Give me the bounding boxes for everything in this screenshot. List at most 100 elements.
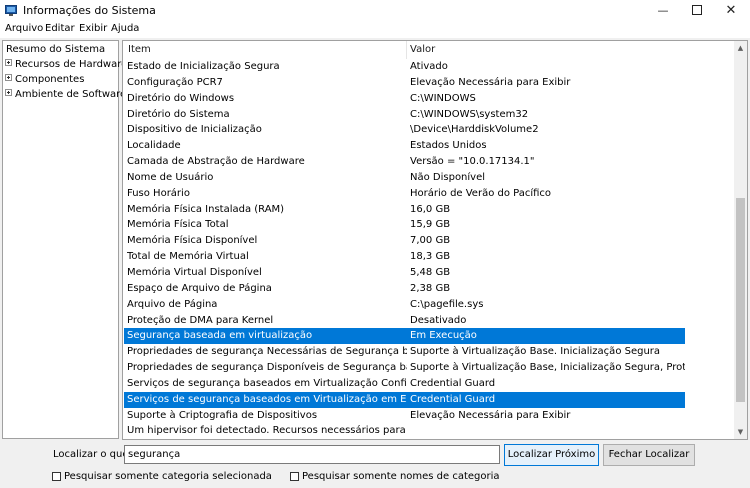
- expand-icon[interactable]: [5, 74, 12, 81]
- minimize-icon: —: [657, 4, 669, 17]
- row-item-cell: Memória Física Disponível: [127, 235, 258, 247]
- row-value-cell: 16,0 GB: [410, 203, 451, 215]
- tree-item-components[interactable]: Componentes: [5, 73, 84, 87]
- details-list[interactable]: Item Valor Estado de Inicialização Segur…: [122, 40, 748, 440]
- table-row[interactable]: Um hipervisor foi detectado. Recursos ne…: [124, 423, 685, 439]
- row-value-cell: Versão = "10.0.17134.1": [410, 156, 535, 168]
- row-value-cell: 18,3 GB: [410, 251, 451, 263]
- row-item-cell: Localidade: [127, 140, 181, 152]
- row-item-cell: Proteção de DMA para Kernel: [127, 314, 274, 326]
- menu-bar: Arquivo Editar Exibir Ajuda: [0, 22, 750, 38]
- find-next-button[interactable]: Localizar Próximo: [504, 444, 599, 466]
- row-value-cell: Credential Guard: [410, 393, 496, 405]
- table-row[interactable]: Memória Física Disponível 7,00 GB: [124, 233, 685, 249]
- tree-item-label: Componentes: [15, 74, 85, 85]
- find-input[interactable]: [124, 445, 500, 464]
- close-button[interactable]: ✕: [714, 0, 748, 22]
- table-row[interactable]: Nome de Usuário Não Disponível: [124, 170, 685, 186]
- table-row[interactable]: Propriedades de segurança Necessárias de…: [124, 344, 685, 360]
- list-rows: Estado de Inicialização Segura Ativado Con…: [124, 59, 685, 439]
- minimize-button[interactable]: —: [646, 0, 680, 22]
- window-title: Informações do Sistema: [23, 4, 156, 17]
- row-value-cell: 2,38 GB: [410, 282, 451, 294]
- table-row[interactable]: Arquivo de Página C:\pagefile.sys: [124, 297, 685, 313]
- row-value-cell: Suporte à Virtualização Base, Inicializa…: [410, 362, 685, 374]
- checkbox-label: Pesquisar somente categoria selecionada: [64, 471, 272, 482]
- close-icon: ✕: [725, 3, 737, 18]
- table-row[interactable]: Total de Memória Virtual 18,3 GB: [124, 249, 685, 265]
- row-item-cell: Fuso Horário: [127, 187, 190, 199]
- menu-ajuda[interactable]: Ajuda: [111, 23, 139, 34]
- table-row[interactable]: Estado de Inicialização Segura Ativado: [124, 59, 685, 75]
- table-row[interactable]: Serviços de segurança baseados em Virtua…: [124, 376, 685, 392]
- tree-item-hardware-resources[interactable]: Recursos de Hardware: [5, 58, 127, 72]
- table-row[interactable]: Espaço de Arquivo de Página 2,38 GB: [124, 281, 685, 297]
- checkbox-box[interactable]: [290, 472, 299, 481]
- table-row[interactable]: Localidade Estados Unidos: [124, 138, 685, 154]
- title-bar: Informações do Sistema — ✕: [0, 0, 750, 22]
- row-item-cell: Serviços de segurança baseados em Virtua…: [127, 393, 407, 405]
- maximize-button[interactable]: [680, 0, 714, 22]
- row-value-cell: Credential Guard: [410, 377, 496, 389]
- row-item-cell: Nome de Usuário: [127, 171, 214, 183]
- row-value-cell: Horário de Verão do Pacífico: [410, 187, 552, 199]
- row-value-cell: 15,9 GB: [410, 219, 451, 231]
- find-label: Localizar o que:: [53, 449, 132, 460]
- row-item-cell: Camada de Abstração de Hardware: [127, 156, 305, 168]
- tree-item-system-summary[interactable]: Resumo do Sistema: [6, 43, 105, 57]
- row-value-cell: \Device\HarddiskVolume2: [410, 124, 539, 136]
- checkbox-box[interactable]: [52, 472, 61, 481]
- table-row[interactable]: Propriedades de segurança Disponíveis de…: [124, 360, 685, 376]
- table-row[interactable]: Diretório do Windows C:\WINDOWS: [124, 91, 685, 107]
- row-value-cell: Elevação Necessária para Exibir: [410, 409, 571, 421]
- expand-icon[interactable]: [5, 89, 12, 96]
- table-row[interactable]: Fuso Horário Horário de Verão do Pacífico: [124, 186, 685, 202]
- table-row[interactable]: Camada de Abstração de Hardware Versão = …: [124, 154, 685, 170]
- table-row[interactable]: Suporte à Criptografia de Dispositivos El…: [124, 408, 685, 424]
- checkbox-label: Pesquisar somente nomes de categoria: [302, 471, 500, 482]
- column-divider[interactable]: [406, 41, 407, 59]
- maximize-icon: [692, 5, 702, 15]
- expand-icon[interactable]: [5, 59, 12, 66]
- tree-item-label: Ambiente de Software: [15, 89, 127, 100]
- row-item-cell: Um hipervisor foi detectado. Recursos ne…: [127, 425, 407, 437]
- scroll-down-arrow-icon[interactable]: ▼: [734, 425, 747, 439]
- column-header-item[interactable]: Item: [128, 44, 151, 55]
- row-item-cell: Memória Virtual Disponível: [127, 266, 262, 278]
- row-item-cell: Memória Física Total: [127, 219, 229, 231]
- row-item-cell: Diretório do Sistema: [127, 108, 230, 120]
- row-value-cell: Estados Unidos: [410, 140, 487, 152]
- scrollbar-thumb[interactable]: [736, 198, 745, 402]
- row-item-cell: Dispositivo de Inicialização: [127, 124, 262, 136]
- row-value-cell: C:\WINDOWS: [410, 92, 476, 104]
- row-item-cell: Estado de Inicialização Segura: [127, 61, 280, 72]
- row-item-cell: Memória Física Instalada (RAM): [127, 203, 285, 215]
- row-value-cell: 7,00 GB: [410, 235, 451, 247]
- category-tree[interactable]: Resumo do Sistema Recursos de Hardware C…: [2, 40, 127, 439]
- menu-arquivo[interactable]: Arquivo: [5, 23, 43, 34]
- table-row[interactable]: Memória Física Instalada (RAM) 16,0 GB: [124, 202, 685, 218]
- menu-exibir[interactable]: Exibir: [79, 23, 107, 34]
- row-item-cell: Propriedades de segurança Necessárias de…: [127, 346, 407, 358]
- table-row[interactable]: Proteção de DMA para Kernel Desativado: [124, 313, 685, 329]
- table-row[interactable]: Memória Virtual Disponível 5,48 GB: [124, 265, 685, 281]
- column-header-value[interactable]: Valor: [410, 44, 435, 55]
- tree-item-software-environment[interactable]: Ambiente de Software: [5, 88, 126, 102]
- row-item-cell: Serviços de segurança baseados em Virtua…: [127, 377, 407, 389]
- table-row[interactable]: Memória Física Total 15,9 GB: [124, 217, 685, 233]
- row-item-cell: Total de Memória Virtual: [127, 251, 249, 263]
- row-item-cell: Segurança baseada em virtualização: [127, 330, 313, 342]
- table-row[interactable]: Dispositivo de Inicialização \Device\Hard…: [124, 122, 685, 138]
- table-row[interactable]: Serviços de segurança baseados em Virtua…: [124, 391, 685, 408]
- table-row[interactable]: Diretório do Sistema C:\WINDOWS\system32: [124, 107, 685, 123]
- row-item-cell: Suporte à Criptografia de Dispositivos: [127, 409, 318, 421]
- table-row[interactable]: Segurança baseada em virtualização Em Exe…: [124, 328, 685, 345]
- row-item-cell: Configuração PCR7: [127, 76, 223, 88]
- table-row[interactable]: Configuração PCR7 Elevação Necessária par…: [124, 75, 685, 91]
- list-header: Item Valor: [123, 41, 735, 59]
- close-find-button[interactable]: Fechar Localizar: [603, 444, 695, 466]
- menu-editar[interactable]: Editar: [45, 23, 75, 34]
- vertical-scrollbar[interactable]: ▲ ▼: [734, 41, 747, 439]
- scroll-up-arrow-icon[interactable]: ▲: [734, 41, 747, 55]
- row-item-cell: Espaço de Arquivo de Página: [127, 282, 272, 294]
